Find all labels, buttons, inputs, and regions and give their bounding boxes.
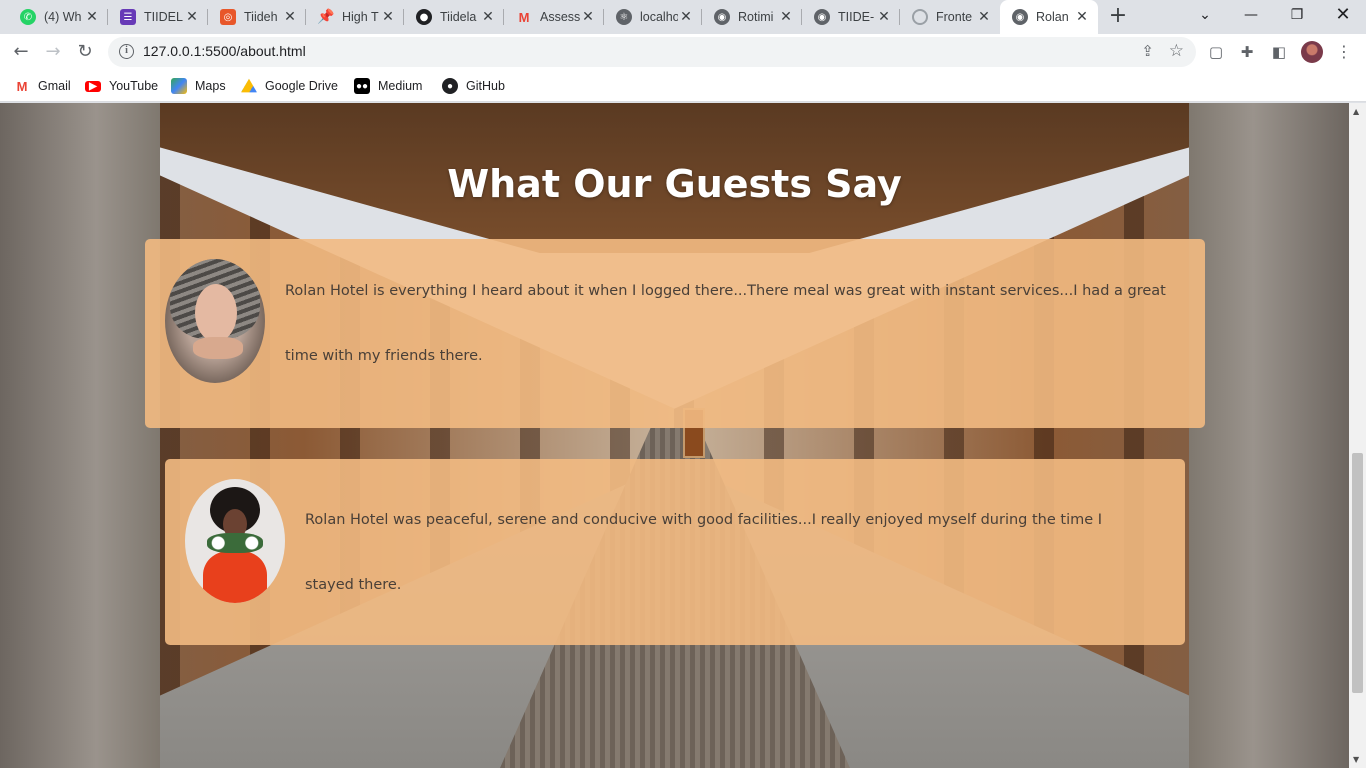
bookmark-github[interactable]: ● GitHub <box>442 76 505 96</box>
scrollbar-thumb[interactable] <box>1352 453 1363 693</box>
youtube-icon: ▶ <box>85 80 101 92</box>
tab-tiide[interactable]: ◉ TIIDE- ✕ <box>802 0 900 34</box>
close-icon[interactable]: ✕ <box>282 9 298 25</box>
extension-icon[interactable]: ▢ <box>1206 42 1226 62</box>
github-icon: ● <box>416 9 432 25</box>
close-icon[interactable]: ✕ <box>84 9 100 25</box>
tiideh-icon: ◎ <box>220 9 236 25</box>
profile-avatar[interactable] <box>1301 41 1323 63</box>
tab-rotimi[interactable]: ◉ Rotimi ✕ <box>702 0 802 34</box>
close-icon[interactable]: ✕ <box>580 9 596 25</box>
tab-high-t[interactable]: 📌 High T ✕ <box>306 0 404 34</box>
review-card: Rolan Hotel was peaceful, serene and con… <box>165 459 1185 645</box>
minimize-button[interactable]: — <box>1228 0 1274 32</box>
close-icon[interactable]: ✕ <box>480 9 496 25</box>
loading-icon <box>912 9 928 25</box>
forms-icon: ☰ <box>120 9 136 25</box>
scroll-up-arrow-icon[interactable]: ▲ <box>1353 107 1359 116</box>
tab-tiidela-github[interactable]: ● Tiidela ✕ <box>404 0 504 34</box>
tab-rolan-active[interactable]: ◉ Rolan ✕ <box>1000 0 1098 34</box>
review-text: Rolan Hotel was peaceful, serene and con… <box>305 512 1103 593</box>
close-icon[interactable]: ✕ <box>380 9 396 25</box>
menu-kebab-icon[interactable]: ⋮ <box>1334 42 1354 62</box>
url-text[interactable]: 127.0.0.1:5500/about.html <box>143 43 306 59</box>
globe-icon: ◉ <box>1012 9 1028 25</box>
tab-assess-gmail[interactable]: M Assess ✕ <box>504 0 604 34</box>
tab-search-button[interactable]: ⌄ <box>1182 0 1228 32</box>
bookmark-gmail[interactable]: M Gmail <box>14 76 71 96</box>
bookmark-google-drive[interactable]: Google Drive <box>241 76 338 96</box>
side-panel-icon[interactable]: ◧ <box>1269 42 1289 62</box>
restore-button[interactable]: ❐ <box>1274 0 1320 32</box>
tab-tiideh[interactable]: ◎ Tiideh ✕ <box>208 0 306 34</box>
reload-button[interactable]: ↻ <box>71 38 99 66</box>
section-heading: What Our Guests Say <box>447 162 902 206</box>
bookmark-youtube[interactable]: ▶ YouTube <box>85 76 158 96</box>
bookmark-medium[interactable]: ●● Medium <box>354 76 422 96</box>
guest-avatar <box>185 479 285 603</box>
browser-toolbar: ← → ↻ i 127.0.0.1:5500/about.html ⇪ ☆ ▢ … <box>0 34 1366 70</box>
review-text: Rolan Hotel is everything I heard about … <box>285 283 1166 364</box>
address-bar[interactable]: i 127.0.0.1:5500/about.html ⇪ ☆ <box>108 37 1196 67</box>
site-info-icon[interactable]: i <box>119 44 134 59</box>
close-window-button[interactable]: ✕ <box>1320 0 1366 32</box>
bookmarks-bar: M Gmail ▶ YouTube Maps Google Drive ●● M… <box>0 70 1366 102</box>
gmail-icon: M <box>16 78 28 94</box>
react-icon: ⚛ <box>616 9 632 25</box>
globe-icon: ◉ <box>814 9 830 25</box>
tab-fronte[interactable]: Fronte ✕ <box>900 0 1000 34</box>
whatsapp-icon: ✆ <box>20 9 36 25</box>
page-scrollbar[interactable]: ▲ ▼ <box>1349 103 1366 768</box>
guest-avatar <box>165 259 265 383</box>
tab-whatsapp[interactable]: ✆ (4) Wh ✕ <box>8 0 108 34</box>
close-icon[interactable]: ✕ <box>976 9 992 25</box>
bookmark-maps[interactable]: Maps <box>171 76 226 96</box>
drive-icon <box>241 78 257 93</box>
bookmark-star-icon[interactable]: ☆ <box>1169 41 1184 61</box>
page-viewport: What Our Guests Say Rolan Hotel is every… <box>0 103 1349 768</box>
review-card: Rolan Hotel is everything I heard about … <box>145 239 1205 428</box>
gmail-icon: M <box>518 9 530 25</box>
puzzle-icon[interactable]: ✚ <box>1237 42 1257 62</box>
close-icon[interactable]: ✕ <box>1074 9 1090 25</box>
medium-icon: ●● <box>354 78 370 94</box>
forward-button[interactable]: → <box>39 38 67 66</box>
share-icon[interactable]: ⇪ <box>1141 42 1154 60</box>
back-button[interactable]: ← <box>7 38 35 66</box>
tab-strip: ✆ (4) Wh ✕ ☰ TIIDEL ✕ ◎ Tiideh ✕ 📌 High … <box>0 0 1366 34</box>
pin-icon: 📌 <box>317 9 335 25</box>
maps-icon <box>171 78 187 94</box>
tab-tiidel-forms[interactable]: ☰ TIIDEL ✕ <box>108 0 208 34</box>
close-icon[interactable]: ✕ <box>778 9 794 25</box>
globe-icon: ◉ <box>714 9 730 25</box>
close-icon[interactable]: ✕ <box>876 9 892 25</box>
new-tab-button[interactable]: + <box>1106 5 1130 29</box>
close-icon[interactable]: ✕ <box>678 9 694 25</box>
tab-localhost[interactable]: ⚛ localho ✕ <box>604 0 702 34</box>
scroll-down-arrow-icon[interactable]: ▼ <box>1353 755 1359 764</box>
github-icon: ● <box>442 78 458 94</box>
close-icon[interactable]: ✕ <box>184 9 200 25</box>
